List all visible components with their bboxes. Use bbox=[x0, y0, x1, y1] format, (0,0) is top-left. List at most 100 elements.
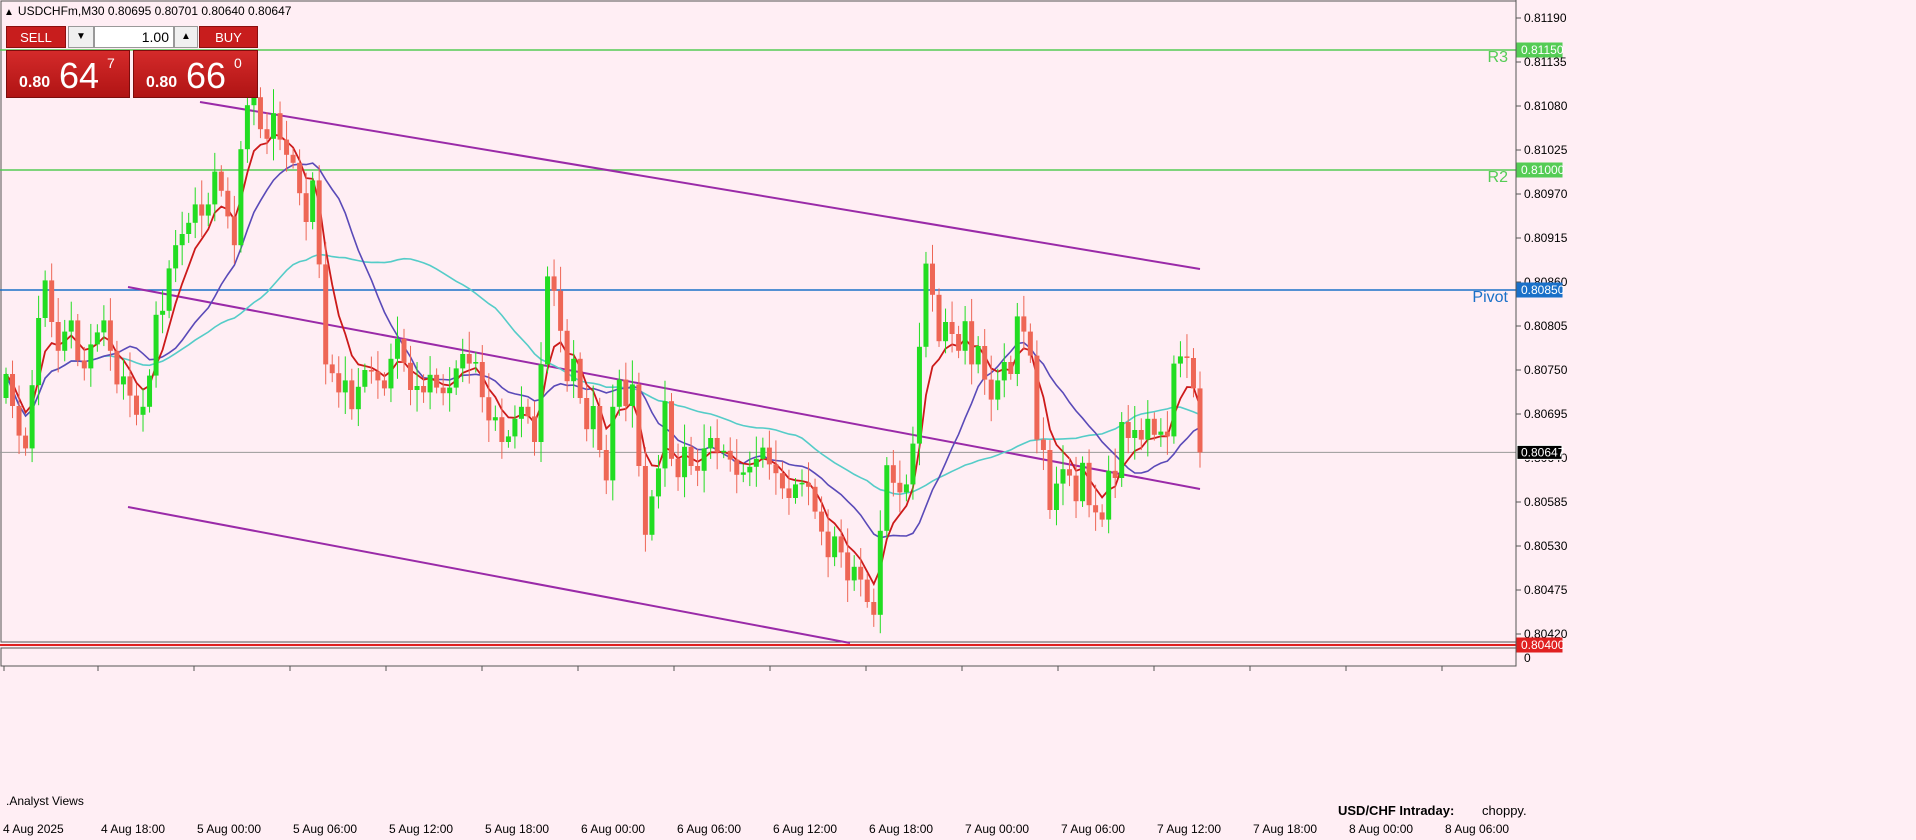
bull-candle bbox=[747, 466, 753, 473]
time-tick-label: 6 Aug 00:00 bbox=[581, 822, 645, 836]
bear-candle bbox=[1125, 422, 1131, 438]
bull-candle bbox=[1106, 470, 1112, 520]
bear-candle bbox=[10, 374, 16, 406]
time-tick-label: 6 Aug 12:00 bbox=[773, 822, 837, 836]
bull-candle bbox=[851, 566, 857, 581]
bear-candle bbox=[16, 406, 22, 436]
bull-candle bbox=[571, 358, 577, 382]
bear-candle bbox=[806, 482, 812, 487]
buy-price-fraction: 0 bbox=[234, 55, 242, 71]
bull-candle bbox=[173, 245, 179, 269]
bear-candle bbox=[603, 450, 609, 481]
bear-candle bbox=[381, 380, 387, 389]
bear-candle bbox=[1027, 331, 1033, 356]
bull-candle bbox=[518, 406, 524, 419]
time-tick-label: 8 Aug 06:00 bbox=[1445, 822, 1509, 836]
bear-candle bbox=[1197, 388, 1203, 453]
mt-chart-window[interactable]: R3 R2 Pivot 0.81190 0.81135 0.81080 0.81025 0.… bbox=[0, 0, 1916, 840]
buy-price-quote[interactable]: 0.80 66 0 bbox=[133, 50, 258, 98]
bull-candle bbox=[166, 268, 172, 311]
bear-candle bbox=[55, 322, 61, 351]
bull-candle bbox=[414, 386, 420, 390]
bear-candle bbox=[316, 180, 322, 265]
bear-candle bbox=[551, 276, 557, 291]
chart-title-text: USDCHFm,M30 0.80695 0.80701 0.80640 0.80… bbox=[17, 4, 292, 18]
bull-candle bbox=[649, 496, 655, 535]
bull-candle bbox=[1060, 469, 1066, 484]
bull-candle bbox=[3, 374, 9, 398]
bear-candle bbox=[1021, 316, 1027, 332]
bull-candle bbox=[943, 322, 949, 342]
time-tick-label: 7 Aug 00:00 bbox=[965, 822, 1029, 836]
bear-candle bbox=[257, 97, 263, 130]
price-tag-label: 0.81000 bbox=[1521, 163, 1565, 177]
price-tick-label: 0.81025 bbox=[1524, 143, 1568, 157]
bull-candle bbox=[1053, 483, 1059, 510]
bull-candle bbox=[388, 358, 394, 389]
sell-price-quote[interactable]: 0.80 64 7 bbox=[6, 50, 130, 98]
bear-candle bbox=[225, 190, 231, 217]
time-tick-label: 8 Aug 00:00 bbox=[1349, 822, 1413, 836]
bull-candle bbox=[192, 204, 198, 223]
triangle-up-icon: ▲ bbox=[181, 31, 191, 42]
bull-candle bbox=[310, 180, 316, 222]
bull-candle bbox=[251, 97, 257, 106]
bull-candle bbox=[975, 346, 981, 365]
sell-button[interactable]: SELL bbox=[6, 26, 66, 48]
bear-candle bbox=[949, 322, 955, 334]
bear-candle bbox=[440, 387, 446, 394]
bear-candle bbox=[734, 459, 740, 475]
bull-candle bbox=[212, 171, 218, 205]
bear-candle bbox=[323, 264, 329, 365]
bear-candle bbox=[890, 465, 896, 483]
lot-increase-button[interactable]: ▲ bbox=[174, 26, 198, 48]
indicator-window-title: .Analyst Views bbox=[6, 794, 84, 808]
symbol-menu-icon[interactable]: ▲ bbox=[4, 7, 14, 18]
price-tag-label: 0.80850 bbox=[1521, 283, 1565, 297]
bull-candle bbox=[1145, 418, 1151, 440]
lot-decrease-button[interactable]: ▼ bbox=[68, 26, 94, 48]
bull-candle bbox=[36, 318, 42, 386]
bear-candle bbox=[577, 358, 583, 398]
bear-candle bbox=[368, 370, 374, 372]
price-chart[interactable]: R3R2Pivot 0.811900.811350.810800.810250.… bbox=[0, 0, 1916, 840]
bull-candle bbox=[244, 105, 250, 150]
bull-candle bbox=[101, 320, 107, 333]
bear-candle bbox=[127, 376, 133, 396]
bear-candle bbox=[231, 216, 237, 246]
price-tag-label: 0.80400 bbox=[1521, 638, 1565, 652]
bear-candle bbox=[714, 438, 720, 453]
price-tag-label: 0.80647 bbox=[1521, 445, 1565, 459]
bear-candle bbox=[812, 486, 818, 512]
bear-candle bbox=[838, 536, 844, 553]
bear-candle bbox=[988, 379, 994, 400]
price-tick-label: 0.81080 bbox=[1524, 99, 1568, 113]
bear-candle bbox=[825, 531, 831, 558]
time-tick-label: 4 Aug 18:00 bbox=[101, 822, 165, 836]
bear-candle bbox=[766, 447, 772, 465]
bear-candle bbox=[773, 464, 779, 474]
bear-candle bbox=[1138, 430, 1144, 440]
bear-candle bbox=[558, 290, 564, 331]
lot-size-input[interactable]: 1.00 bbox=[94, 26, 174, 48]
bear-candle bbox=[1040, 439, 1046, 450]
one-click-trading-panel: SELL ▼ 1.00 ▲ BUY 0.80 64 7 0.80 66 0 bbox=[6, 26, 258, 98]
buy-button[interactable]: BUY bbox=[199, 26, 258, 48]
bear-candle bbox=[303, 193, 309, 222]
bull-candle bbox=[877, 530, 883, 615]
time-tick-label: 5 Aug 00:00 bbox=[197, 822, 261, 836]
bull-candle bbox=[903, 484, 909, 493]
bull-candle bbox=[708, 438, 714, 449]
bear-candle bbox=[669, 401, 675, 459]
bull-candle bbox=[147, 375, 153, 407]
bull-candle bbox=[394, 338, 400, 359]
bull-candle bbox=[629, 384, 635, 406]
bear-candle bbox=[623, 379, 629, 406]
bull-candle bbox=[68, 320, 74, 332]
bear-candle bbox=[969, 321, 975, 365]
indicator-axis-label: 0 bbox=[1524, 651, 1531, 665]
chart-title: ▲ USDCHFm,M30 0.80695 0.80701 0.80640 0.8… bbox=[4, 4, 291, 18]
bull-candle bbox=[1132, 430, 1138, 438]
time-tick-label: 6 Aug 06:00 bbox=[677, 822, 741, 836]
bear-candle bbox=[525, 406, 531, 417]
